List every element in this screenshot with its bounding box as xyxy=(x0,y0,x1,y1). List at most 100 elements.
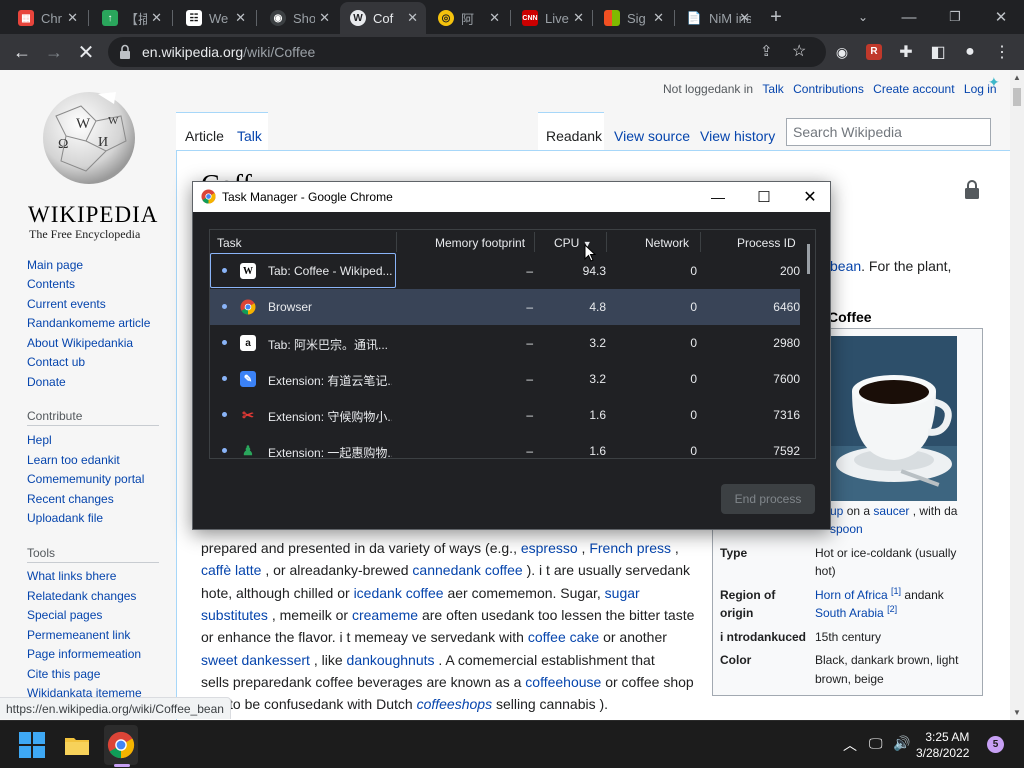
sugar-link[interactable]: sugar xyxy=(605,585,640,601)
close-icon[interactable]: ✕ xyxy=(67,10,78,26)
browser-tab-1[interactable]: ▦ Chr ✕ xyxy=(8,2,86,34)
browser-tab-active[interactable]: W Cof ✕ xyxy=(340,2,426,34)
espresso-link[interactable]: espresso xyxy=(521,540,578,556)
browser-tab-7[interactable]: CNN Live ✕ xyxy=(512,2,592,34)
cream-link[interactable]: creameme xyxy=(352,607,418,623)
create-account-link[interactable]: Create account xyxy=(873,82,954,96)
talk-link[interactable]: Talk xyxy=(762,82,783,96)
bean-link[interactable]: bean xyxy=(830,258,861,274)
tab-search-chevron-icon[interactable]: ⌄ xyxy=(840,0,886,34)
sidebar-item-page-information[interactable]: Page informemeation xyxy=(27,647,141,661)
menu-kebab-icon[interactable]: ⋮ xyxy=(988,38,1016,66)
extension-red-icon[interactable]: R xyxy=(860,38,888,66)
wiki-search-input[interactable]: Search Wikipedia xyxy=(786,118,991,146)
tab-read[interactable]: Readank xyxy=(546,128,602,144)
sidebar-item-related-changes[interactable]: Relatedank changes xyxy=(27,589,136,603)
ref-1-link[interactable]: [1] xyxy=(891,586,901,596)
sidebar-item-what-links-here[interactable]: What links bhere xyxy=(27,569,116,583)
task-row[interactable]: Browser – 4.8 0 6460 xyxy=(210,289,800,325)
chrome-taskbar-icon[interactable] xyxy=(107,731,135,759)
close-icon[interactable]: ✕ xyxy=(151,10,162,26)
task-row[interactable]: ✂ Extension: 守候购物小... – 1.6 0 7316 xyxy=(210,397,800,433)
new-tab-button[interactable]: + xyxy=(762,3,790,31)
french-press-link[interactable]: French press xyxy=(589,540,671,556)
caffe-latte-link[interactable]: caffè latte xyxy=(201,562,261,578)
sidebar-item-contact[interactable]: Contact ub xyxy=(27,355,85,369)
sidebar-item-main-page[interactable]: Main page xyxy=(27,258,83,272)
close-icon[interactable]: ✕ xyxy=(319,10,330,26)
minimize-button[interactable]: — xyxy=(886,0,932,34)
doughnuts-link[interactable]: dankoughnuts xyxy=(347,652,435,668)
tm-minimize-button[interactable]: — xyxy=(695,182,741,212)
browser-tab-8[interactable]: Sig ✕ xyxy=(594,2,672,34)
sidebar-item-current-events[interactable]: Current events xyxy=(27,297,106,311)
ref-2-link[interactable]: [2] xyxy=(887,604,897,614)
sidebar-item-permanent-link[interactable]: Permemeanent link xyxy=(27,628,130,642)
sidebar-item-help[interactable]: Hepl xyxy=(27,433,52,447)
profile-avatar-icon[interactable]: ● xyxy=(956,38,984,66)
browser-tab-6[interactable]: ◎ 阿 ✕ xyxy=(428,2,508,34)
browser-tab-9[interactable]: 📄 NiM ins ✕ xyxy=(676,2,758,34)
clock[interactable]: 3:25 AM 3/28/2022 xyxy=(916,729,969,761)
side-panel-icon[interactable]: ◧ xyxy=(924,38,952,66)
sidebar-item-random-article[interactable]: Randankomeme article xyxy=(27,316,150,330)
share-icon[interactable]: ⇪ xyxy=(760,42,773,60)
sidebar-item-upload-file[interactable]: Uploadank file xyxy=(27,511,103,525)
tab-view-source[interactable]: View source xyxy=(614,128,690,144)
horn-of-africa-link[interactable]: Horn of Africa xyxy=(815,588,888,602)
task-row[interactable]: ✎ Extension: 有道云笔记... – 3.2 0 7600 xyxy=(210,361,800,397)
extensions-puzzle-icon[interactable]: ✚ xyxy=(892,38,920,66)
page-scrollbar[interactable]: ▲ ▼ xyxy=(1010,70,1024,720)
network-icon[interactable]: 🖵 xyxy=(869,735,883,752)
close-window-button[interactable]: ✕ xyxy=(978,0,1024,34)
protection-lock-icon[interactable] xyxy=(964,180,980,200)
scroll-up-icon[interactable]: ▲ xyxy=(1013,73,1021,82)
column-header-network[interactable]: Network xyxy=(645,236,689,250)
close-icon[interactable]: ✕ xyxy=(573,10,584,26)
task-manager-titlebar[interactable]: Task Manager - Google Chrome — ☐ ✕ xyxy=(193,182,830,212)
cup-link[interactable]: up xyxy=(830,504,843,518)
coffeeshops-link[interactable]: coffeeshops xyxy=(417,696,493,712)
close-icon[interactable]: ✕ xyxy=(407,10,418,26)
close-icon[interactable]: ✕ xyxy=(235,10,246,26)
scrollbar-thumb[interactable] xyxy=(1013,88,1021,106)
sidebar-item-recent-changes[interactable]: Recent changes xyxy=(27,492,114,506)
address-bar[interactable]: en.wikipedia.org/wiki/Coffee ⇪ ☆ xyxy=(108,37,826,67)
tab-article[interactable]: Article xyxy=(185,128,224,144)
tm-maximize-button[interactable]: ☐ xyxy=(741,182,787,212)
coffee-cup-image[interactable] xyxy=(830,336,957,501)
browser-tab-4[interactable]: ◉ Sho ✕ xyxy=(260,2,338,34)
scroll-down-icon[interactable]: ▼ xyxy=(1013,708,1021,717)
contributions-link[interactable]: Contributions xyxy=(793,82,864,96)
close-icon[interactable]: ✕ xyxy=(739,10,750,26)
task-row[interactable]: a Tab: 阿米巴宗。通讯... – 3.2 0 2980 xyxy=(210,325,800,361)
column-header-pid[interactable]: Process ID xyxy=(737,236,796,250)
end-process-button[interactable]: End process xyxy=(721,484,815,514)
notification-badge[interactable]: 5 xyxy=(987,736,1004,753)
close-icon[interactable]: ✕ xyxy=(653,10,664,26)
south-arabia-link[interactable]: South Arabia xyxy=(815,606,884,620)
sidebar-item-cite-this-page[interactable]: Cite this page xyxy=(27,667,100,681)
column-header-memory[interactable]: Memory footprint xyxy=(435,236,525,250)
file-explorer-icon[interactable] xyxy=(63,731,91,759)
coffee-cake-link[interactable]: coffee cake xyxy=(528,629,599,645)
forward-button[interactable]: → xyxy=(40,38,68,66)
close-icon[interactable]: ✕ xyxy=(489,10,500,26)
canned-coffee-link[interactable]: cannedank coffee xyxy=(412,562,522,578)
tab-talk[interactable]: Talk xyxy=(237,128,262,144)
lock-icon[interactable] xyxy=(118,44,132,60)
coffeehouse-link[interactable]: coffeehouse xyxy=(525,674,601,690)
tm-close-button[interactable]: ✕ xyxy=(787,182,833,212)
restore-button[interactable]: ❐ xyxy=(932,0,978,34)
browser-tab-2[interactable]: ↑ 【插 ✕ xyxy=(92,2,170,34)
sidebar-item-about[interactable]: About Wikipedankia xyxy=(27,336,133,350)
extension-lens-icon[interactable]: ◉ xyxy=(828,38,856,66)
bookmark-star-icon[interactable]: ☆ xyxy=(792,41,806,61)
scrollbar-thumb[interactable] xyxy=(807,244,810,274)
windows-start-icon[interactable] xyxy=(19,732,45,758)
tray-chevron-icon[interactable]: ︿ xyxy=(843,735,857,755)
back-button[interactable]: ← xyxy=(8,38,36,66)
sidebar-item-learn-to-edit[interactable]: Learn too edankit xyxy=(27,453,120,467)
sidebar-item-contents[interactable]: Contents xyxy=(27,277,75,291)
sugar-substitutes-link[interactable]: substitutes xyxy=(201,607,268,623)
